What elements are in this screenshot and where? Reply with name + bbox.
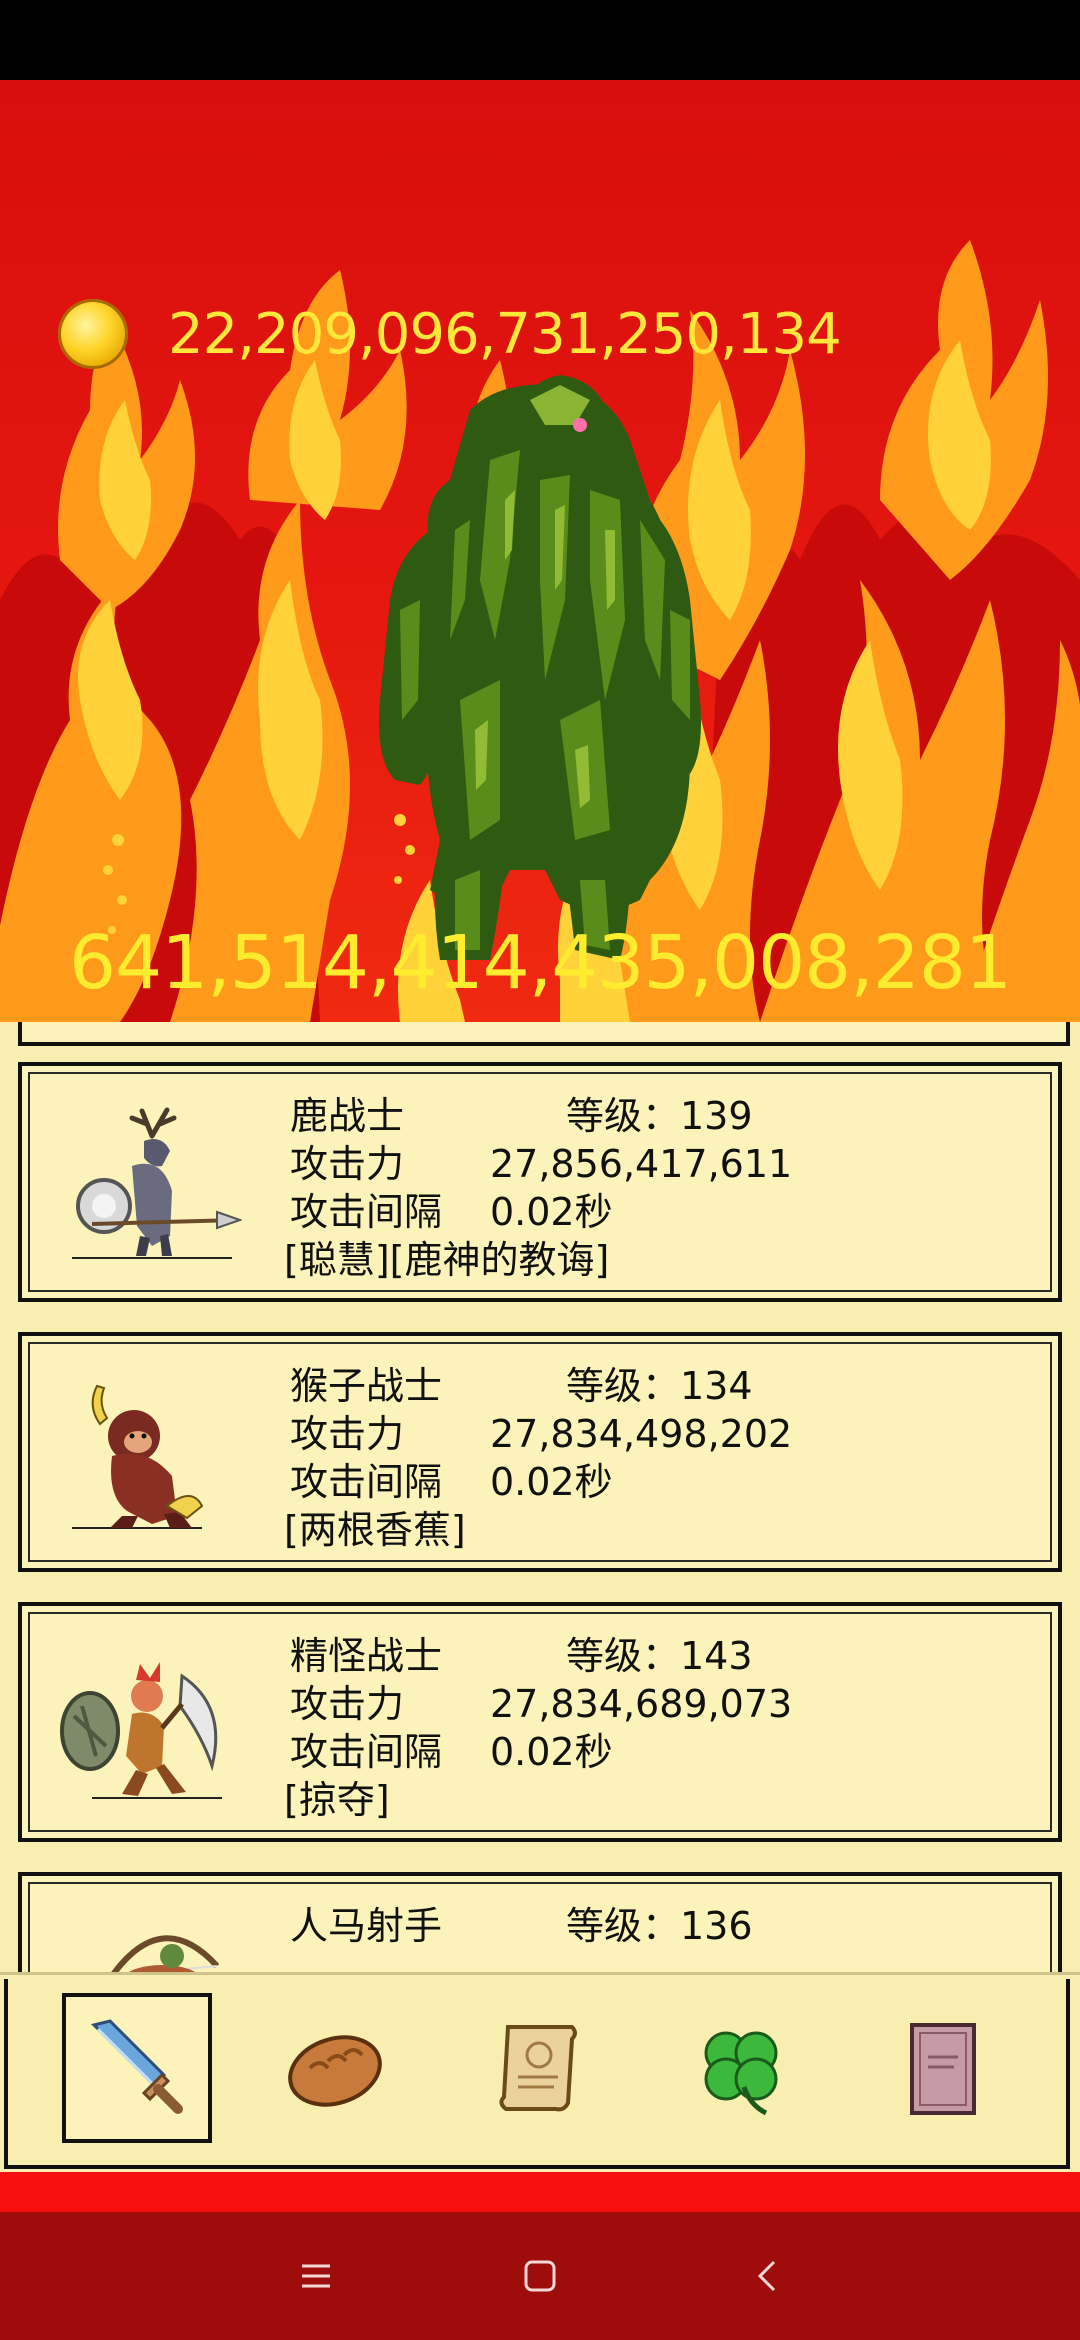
back-button[interactable] <box>738 2246 798 2306</box>
interval-label: 攻击间隔 <box>290 1460 443 1504</box>
system-navigation-bar <box>0 2212 1080 2340</box>
attack-label: 攻击力 <box>290 1412 405 1456</box>
clover-icon <box>704 2031 778 2116</box>
hero-level: 等级：139 <box>566 1094 753 1138</box>
book-icon <box>910 2023 976 2115</box>
menu-heroes-tab[interactable] <box>62 1993 212 2143</box>
home-square-icon <box>524 2260 556 2292</box>
bottom-red-strip <box>0 2172 1080 2212</box>
home-button[interactable] <box>510 2246 570 2306</box>
monkey-warrior-portrait <box>72 1384 204 1529</box>
bread-icon <box>288 2035 382 2107</box>
deer-warrior-portrait <box>72 1107 242 1259</box>
recent-apps-button[interactable] <box>286 2246 346 2306</box>
status-bar <box>0 0 1080 80</box>
interval-value: 0.02秒 <box>490 1190 613 1234</box>
previous-card-edge <box>18 1022 1070 1046</box>
gold-amount: 22,209,096,731,250,134 <box>168 301 842 367</box>
attack-value: 27,856,417,611 <box>490 1142 793 1186</box>
battle-scene: 22,209,096,731,250,134 641,514,414,435,0… <box>0 80 1080 1022</box>
attack-label: 攻击力 <box>290 1142 405 1186</box>
hero-level: 等级：143 <box>566 1634 753 1678</box>
enemy-hp-counter: 641,514,414,435,008,281 <box>68 920 1012 1006</box>
gold-coin-icon <box>58 299 128 369</box>
hero-card-monkey-warrior[interactable]: 猴子战士 等级：134 攻击力 27,834,498,202 攻击间隔 0.02… <box>18 1332 1062 1572</box>
interval-value: 0.02秒 <box>490 1460 613 1504</box>
attack-value: 27,834,498,202 <box>490 1412 793 1456</box>
menu-book-tab[interactable] <box>868 1993 1018 2143</box>
hero-name: 猴子战士 <box>290 1364 443 1408</box>
hero-name: 人马射手 <box>290 1904 443 1948</box>
gold-counter: 22,209,096,731,250,134 <box>58 298 842 370</box>
spirit-warrior-portrait <box>60 1662 222 1799</box>
moss-monster-sprite[interactable] <box>379 375 701 960</box>
hero-card-centaur-archer[interactable]: 人马射手 等级：136 <box>18 1872 1062 1972</box>
menu-food-tab[interactable] <box>260 1993 410 2143</box>
hero-traits: [两根香蕉] <box>284 1508 466 1552</box>
menu-scroll-tab[interactable] <box>464 1993 614 2143</box>
interval-label: 攻击间隔 <box>290 1730 443 1774</box>
scroll-icon <box>499 2025 577 2112</box>
hero-name: 鹿战士 <box>290 1094 405 1138</box>
back-chevron-icon <box>757 2260 776 2292</box>
hero-traits: [掠夺] <box>284 1778 390 1822</box>
attack-value: 27,834,689,073 <box>490 1682 793 1726</box>
flame-background <box>0 240 1080 1022</box>
interval-value: 0.02秒 <box>490 1730 613 1774</box>
hero-traits: [聪慧][鹿神的教诲] <box>284 1238 610 1282</box>
attack-label: 攻击力 <box>290 1682 405 1726</box>
sword-icon <box>91 2019 183 2114</box>
hero-card-spirit-warrior[interactable]: 精怪战士 等级：143 攻击力 27,834,689,073 攻击间隔 0.02… <box>18 1602 1062 1842</box>
menu-luck-tab[interactable] <box>666 1993 816 2143</box>
hero-card-deer-warrior[interactable]: 鹿战士 等级：139 攻击力 27,856,417,611 攻击间隔 0.02秒… <box>18 1062 1062 1302</box>
hero-list[interactable]: 鹿战士 等级：139 攻击力 27,856,417,611 攻击间隔 0.02秒… <box>0 1022 1080 1972</box>
bottom-menu <box>0 1972 1080 2175</box>
centaur-archer-portrait <box>111 1935 220 1972</box>
hero-level: 等级：134 <box>566 1364 753 1408</box>
menu-lines-icon <box>302 2264 330 2288</box>
hero-level: 等级：136 <box>566 1904 753 1948</box>
interval-label: 攻击间隔 <box>290 1190 443 1234</box>
hero-name: 精怪战士 <box>290 1634 443 1678</box>
